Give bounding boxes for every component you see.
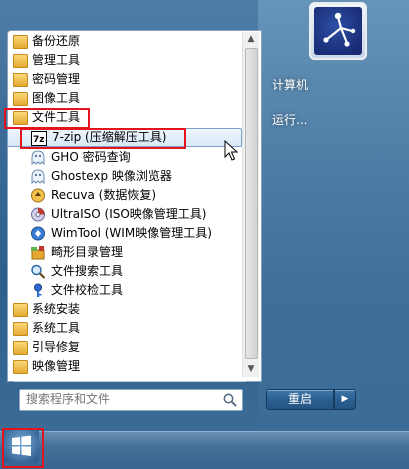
box-icon — [30, 245, 46, 260]
computer-link[interactable]: 计算机 — [272, 76, 308, 93]
start-button[interactable] — [2, 427, 40, 464]
scroll-thumb[interactable] — [245, 48, 258, 359]
program-item[interactable]: Ghostexp 映像浏览器 — [7, 167, 242, 186]
folder-icon — [13, 54, 28, 68]
folder-icon — [13, 341, 28, 355]
program-label: UltraISO (ISO映像管理工具) — [51, 207, 207, 221]
scroll-down-icon[interactable]: ▼ — [243, 362, 259, 377]
program-folder[interactable]: 文件工具 — [7, 108, 242, 127]
folder-icon — [13, 111, 28, 125]
7zip-icon: 7z — [31, 131, 47, 146]
program-folder[interactable]: 图像工具 — [7, 89, 242, 108]
program-label: 备份还原 — [32, 34, 81, 48]
taskbar — [0, 431, 409, 469]
mouse-cursor-icon — [224, 140, 238, 161]
power-options-arrow-icon[interactable]: ▶ — [334, 389, 356, 410]
folder-icon — [13, 73, 28, 87]
folder-icon — [13, 360, 28, 374]
program-label: Recuva (数据恢复) — [51, 188, 157, 202]
program-label: 管理工具 — [32, 53, 81, 67]
program-item[interactable]: 文件搜索工具 — [7, 262, 242, 281]
program-label: Ghostexp 映像浏览器 — [51, 169, 172, 183]
program-label: GHO 密码查询 — [51, 150, 131, 164]
program-folder[interactable]: 映像管理 — [7, 357, 242, 376]
folder-icon — [13, 303, 28, 317]
divider — [14, 381, 246, 382]
program-item[interactable]: 文件校检工具 — [7, 281, 242, 300]
folder-icon — [13, 35, 28, 49]
program-label: 图像工具 — [32, 91, 81, 105]
program-label: 文件校检工具 — [51, 283, 124, 297]
program-folder[interactable]: 备份还原 — [7, 32, 242, 51]
folder-icon — [13, 322, 28, 336]
program-item[interactable]: 畸形目录管理 — [7, 243, 242, 262]
program-folder[interactable]: 系统安装 — [7, 300, 242, 319]
program-item[interactable]: Recuva (数据恢复) — [7, 186, 242, 205]
program-label: 映像管理 — [32, 359, 81, 373]
ghost-icon — [30, 169, 46, 185]
program-label: 文件搜索工具 — [51, 264, 124, 278]
program-label: 畸形目录管理 — [51, 245, 124, 259]
program-label: 密码管理 — [32, 72, 81, 86]
disc-icon — [30, 207, 46, 222]
svg-text:7z: 7z — [33, 135, 45, 145]
search-icon[interactable] — [222, 392, 238, 408]
program-label: 系统工具 — [32, 321, 81, 335]
program-label: 系统安装 — [32, 302, 81, 316]
program-folder[interactable]: 系统工具 — [7, 319, 242, 338]
programs-scrollbar[interactable]: ▲ ▼ — [242, 32, 259, 377]
program-label: 文件工具 — [32, 110, 81, 124]
search-input[interactable] — [26, 390, 216, 408]
program-folder[interactable]: 引导修复 — [7, 338, 242, 357]
run-link[interactable]: 运行... — [272, 111, 307, 128]
magnifier-icon — [30, 264, 46, 279]
user-picture[interactable] — [309, 2, 367, 60]
program-label: 7-zip (压缩解压工具) — [52, 130, 167, 144]
folder-icon — [13, 92, 28, 106]
program-label: WimTool (WIM映像管理工具) — [51, 226, 212, 240]
program-item[interactable]: WimTool (WIM映像管理工具) — [7, 224, 242, 243]
wim-icon — [30, 226, 46, 241]
ghost-icon — [30, 150, 46, 166]
right-pane — [258, 0, 409, 430]
restart-button[interactable]: 重启 — [266, 389, 334, 410]
recuva-icon — [30, 188, 46, 203]
scroll-up-icon[interactable]: ▲ — [243, 32, 259, 47]
program-folder[interactable]: 管理工具 — [7, 51, 242, 70]
windows-logo-icon — [3, 428, 39, 463]
key-icon — [30, 283, 46, 298]
user-avatar-icon — [323, 12, 356, 47]
program-folder[interactable]: 密码管理 — [7, 70, 242, 89]
programs-list: 备份还原管理工具密码管理图像工具文件工具 7z 7-zip (压缩解压工具) GHO … — [7, 32, 242, 376]
program-item[interactable]: 7z 7-zip (压缩解压工具) — [7, 128, 242, 147]
program-item[interactable]: UltraISO (ISO映像管理工具) — [7, 205, 242, 224]
search-box[interactable] — [19, 389, 243, 411]
program-label: 引导修复 — [32, 340, 81, 354]
program-item[interactable]: GHO 密码查询 — [7, 148, 242, 167]
